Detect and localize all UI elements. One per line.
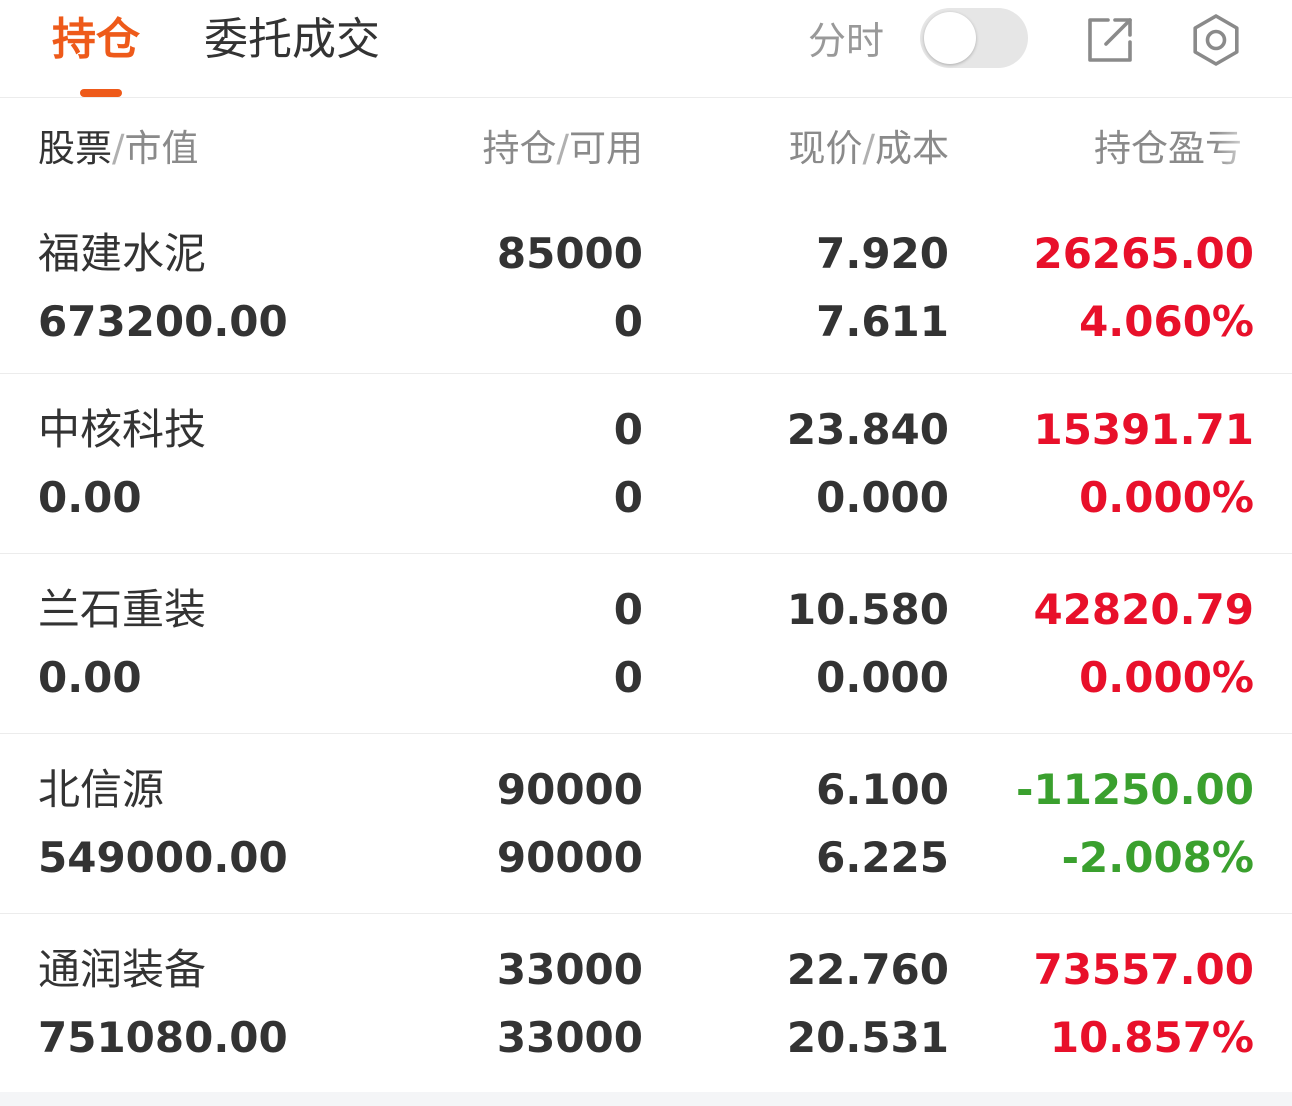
available-qty: 90000 — [496, 833, 643, 882]
current-price: 23.840 — [786, 405, 949, 454]
market-value: 673200.00 — [38, 297, 288, 346]
header-price-cost[interactable]: 现价/成本 — [789, 124, 949, 174]
share-button[interactable] — [1082, 12, 1138, 68]
bottom-band — [0, 1092, 1292, 1106]
holding-qty: 0 — [613, 585, 643, 634]
stock-name: 兰石重装 — [38, 585, 207, 634]
timeshare-toggle[interactable] — [920, 8, 1028, 68]
stock-name: 北信源 — [38, 765, 165, 814]
cost-price: 7.611 — [816, 297, 949, 346]
cost-price: 20.531 — [786, 1013, 949, 1062]
position-pnl: 15391.71 — [1033, 405, 1254, 454]
settings-button[interactable] — [1188, 12, 1244, 68]
market-value: 549000.00 — [38, 833, 288, 882]
current-price: 7.920 — [816, 229, 949, 278]
stock-name: 通润装备 — [38, 945, 207, 994]
market-value: 0.00 — [38, 473, 142, 522]
holding-qty: 90000 — [496, 765, 643, 814]
position-pnl: 73557.00 — [1033, 945, 1254, 994]
header-separator: / — [112, 127, 125, 170]
position-pnl: 26265.00 — [1033, 229, 1254, 278]
header-holding-available[interactable]: 持仓/可用 — [483, 124, 643, 174]
stock-name: 福建水泥 — [38, 229, 207, 278]
position-pnl-pct: 0.000% — [1079, 473, 1254, 522]
header-market-value-label: 市值 — [124, 127, 199, 170]
stock-name: 中核科技 — [38, 405, 207, 454]
header-price-label: 现价 — [788, 127, 863, 170]
cost-price: 0.000 — [816, 653, 949, 702]
header-separator: / — [862, 127, 875, 170]
position-row[interactable]: 福建水泥 673200.00 85000 0 7.920 7.611 26265… — [0, 198, 1292, 374]
position-pnl-pct: -2.008% — [1061, 833, 1254, 882]
available-qty: 33000 — [496, 1013, 643, 1062]
available-qty: 0 — [613, 653, 643, 702]
market-value: 751080.00 — [38, 1013, 288, 1062]
gear-icon — [1193, 14, 1239, 66]
active-tab-indicator — [80, 89, 122, 97]
position-pnl: 42820.79 — [1033, 585, 1254, 634]
header-cost-label: 成本 — [875, 127, 949, 170]
position-row[interactable]: 兰石重装 0.00 0 0 10.580 0.000 42820.79 0.00… — [0, 554, 1292, 734]
external-share-icon — [1088, 18, 1132, 62]
header-holding-label: 持仓 — [482, 127, 557, 170]
position-row[interactable]: 北信源 549000.00 90000 90000 6.100 6.225 -1… — [0, 734, 1292, 914]
position-row[interactable]: 中核科技 0.00 0 0 23.840 0.000 15391.71 0.00… — [0, 374, 1292, 554]
tab-holdings[interactable]: 持仓 — [52, 10, 140, 70]
timeshare-label: 分时 — [808, 19, 885, 63]
header-stock-label: 股票 — [38, 127, 112, 170]
position-pnl-pct: 4.060% — [1079, 297, 1254, 346]
available-qty: 0 — [613, 473, 643, 522]
header-position-pnl[interactable]: 持仓盈亏 — [1094, 124, 1254, 174]
holding-qty: 0 — [613, 405, 643, 454]
cost-price: 0.000 — [816, 473, 949, 522]
current-price: 10.580 — [786, 585, 949, 634]
header-separator: / — [556, 127, 569, 170]
table-header: 股票/市值 持仓/可用 现价/成本 持仓盈亏 — [0, 98, 1292, 198]
position-row[interactable]: 通润装备 751080.00 33000 33000 22.760 20.531… — [0, 914, 1292, 1094]
market-value: 0.00 — [38, 653, 142, 702]
position-pnl: -11250.00 — [1016, 765, 1254, 814]
positions-list: 福建水泥 673200.00 85000 0 7.920 7.611 26265… — [0, 198, 1292, 1094]
holding-qty: 33000 — [496, 945, 643, 994]
position-pnl-pct: 10.857% — [1049, 1013, 1254, 1062]
cost-price: 6.225 — [816, 833, 949, 882]
current-price: 22.760 — [786, 945, 949, 994]
tab-orders[interactable]: 委托成交 — [204, 10, 380, 70]
header-available-label: 可用 — [569, 127, 643, 170]
available-qty: 0 — [613, 297, 643, 346]
top-tab-bar: 持仓 委托成交 分时 — [0, 0, 1292, 98]
header-stock-market-value[interactable]: 股票/市值 — [38, 124, 198, 174]
current-price: 6.100 — [816, 765, 949, 814]
toggle-knob — [924, 12, 976, 64]
position-pnl-pct: 0.000% — [1079, 653, 1254, 702]
holding-qty: 85000 — [496, 229, 643, 278]
